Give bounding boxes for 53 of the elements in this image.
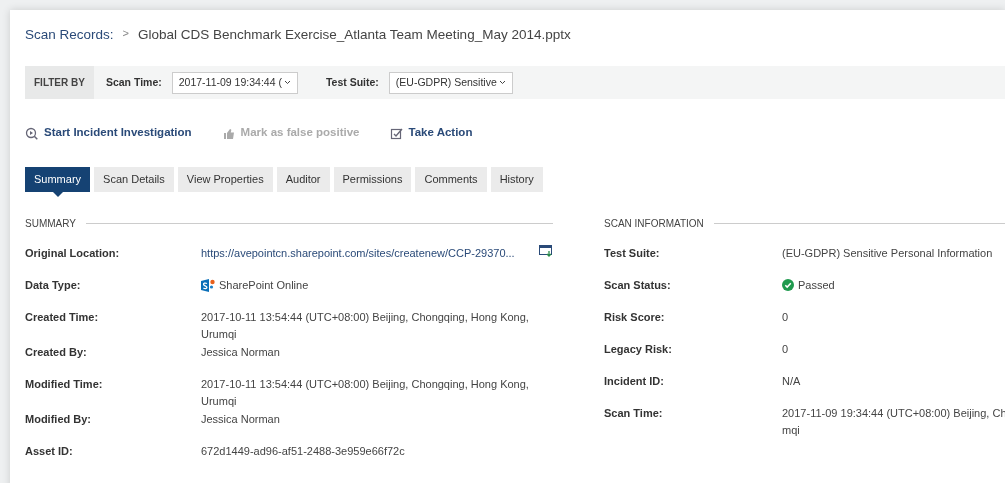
action-link[interactable]: Start Incident Investigation — [25, 124, 192, 142]
filter-label: Test Suite: — [325, 74, 379, 90]
field-value: 0 — [782, 310, 790, 325]
field-value: Jessica Norman — [201, 345, 281, 360]
data-type-value: SharePoint Online — [219, 277, 309, 293]
field-label: Created Time: — [25, 310, 100, 325]
breadcrumb-separator: > — [122, 26, 129, 41]
field-value: 2017-10-11 13:54:44 (UTC+08:00) Beijing, Chongqing, Hong Kong, Urumqi — [201, 377, 530, 409]
filter-dropdown[interactable]: 2017-11-09 19:34:44 ( — [171, 71, 298, 94]
chevron-icon — [283, 80, 291, 85]
field-label: Test Suite: — [604, 246, 661, 261]
section-title: SUMMARY — [25, 217, 76, 231]
field-label: Legacy Risk: — [604, 342, 673, 357]
field-label: Asset ID: — [25, 444, 74, 459]
thumb-icon — [221, 126, 235, 140]
field-label: Modified By: — [25, 412, 92, 427]
field-value: 672d1449-ad96-af51-2488-3e959e66f72c — [201, 444, 406, 459]
field-label: Modified Time: — [25, 377, 104, 392]
location-link[interactable]: https://avepointcn.sharepoint.com/sites/createnew/CCP-29370... — [201, 245, 515, 261]
field-label: Created By: — [25, 345, 88, 360]
field-value: Jessica Norman — [201, 412, 281, 427]
breadcrumb-current: Global CDS Benchmark Exercise_Atlanta Team Meeting_May 2014.pptx — [138, 26, 571, 44]
field-label: Original Location: — [25, 246, 121, 261]
filter-label: FILTER BY — [25, 66, 94, 99]
action-link[interactable]: Take Action — [389, 124, 473, 142]
field-label: Scan Time: — [604, 406, 664, 421]
field-value: 0 — [782, 342, 790, 357]
breadcrumb-link[interactable]: Scan Records: — [25, 25, 114, 46]
section-title: SCAN INFORMATION — [604, 217, 704, 231]
field-value: (EU-GDPR) Sensitive Personal Information — [782, 246, 994, 261]
tab[interactable]: Summary — [25, 167, 91, 197]
open-window-icon[interactable] — [539, 245, 553, 257]
field-label: Data Type: — [25, 278, 82, 293]
tab[interactable]: Auditor — [276, 167, 330, 192]
field-label: Scan Status: — [604, 278, 672, 293]
field-value: N/A — [782, 374, 802, 389]
tab[interactable]: History — [490, 167, 543, 192]
filter-label: Scan Time: — [105, 74, 162, 90]
checkbox-icon — [389, 126, 403, 140]
field-value: 2017-10-11 13:54:44 (UTC+08:00) Beijing, Chongqing, Hong Kong, Urumqi — [201, 310, 530, 342]
field-label: Incident ID: — [604, 374, 665, 389]
check-circle-icon — [782, 279, 794, 291]
field-value: 2017-11-09 19:34:44 (UTC+08:00) Beijing, Ch mqi — [782, 406, 1005, 438]
tab[interactable]: Scan Details — [94, 167, 174, 192]
search-icon — [25, 126, 38, 140]
status-value: Passed — [798, 277, 835, 293]
tab[interactable]: Comments — [415, 167, 487, 192]
tab[interactable]: Permissions — [333, 167, 412, 192]
sharepoint-icon — [201, 278, 215, 292]
tab[interactable]: View Properties — [177, 167, 273, 192]
filter-dropdown[interactable]: (EU-GDPR) Sensitive — [388, 71, 513, 94]
field-label: Risk Score: — [604, 310, 666, 325]
chevron-icon — [498, 80, 506, 85]
